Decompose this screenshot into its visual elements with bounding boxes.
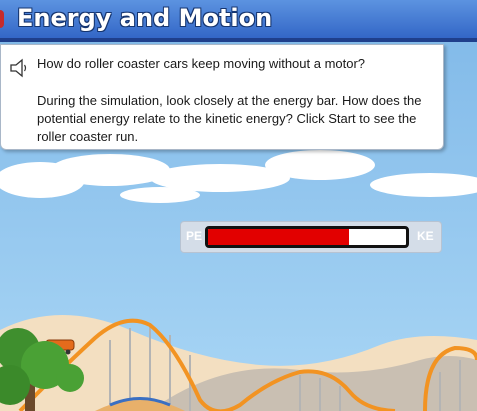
question-text: How do roller coaster cars keep moving w…	[37, 56, 366, 71]
ke-label: KE	[417, 229, 434, 243]
instructions-text: During the simulation, look closely at t…	[37, 93, 422, 144]
speaker-icon[interactable]	[9, 57, 29, 79]
question-panel: How do roller coaster cars keep moving w…	[0, 44, 444, 150]
app-logo-icon	[0, 10, 4, 28]
pe-label: PE	[186, 229, 203, 243]
page-title: Energy and Motion	[17, 4, 273, 32]
potential-energy-fill	[208, 229, 349, 245]
title-bar-stripe	[0, 38, 477, 42]
energy-meter	[205, 226, 409, 248]
title-bar: Energy and Motion	[0, 0, 477, 42]
